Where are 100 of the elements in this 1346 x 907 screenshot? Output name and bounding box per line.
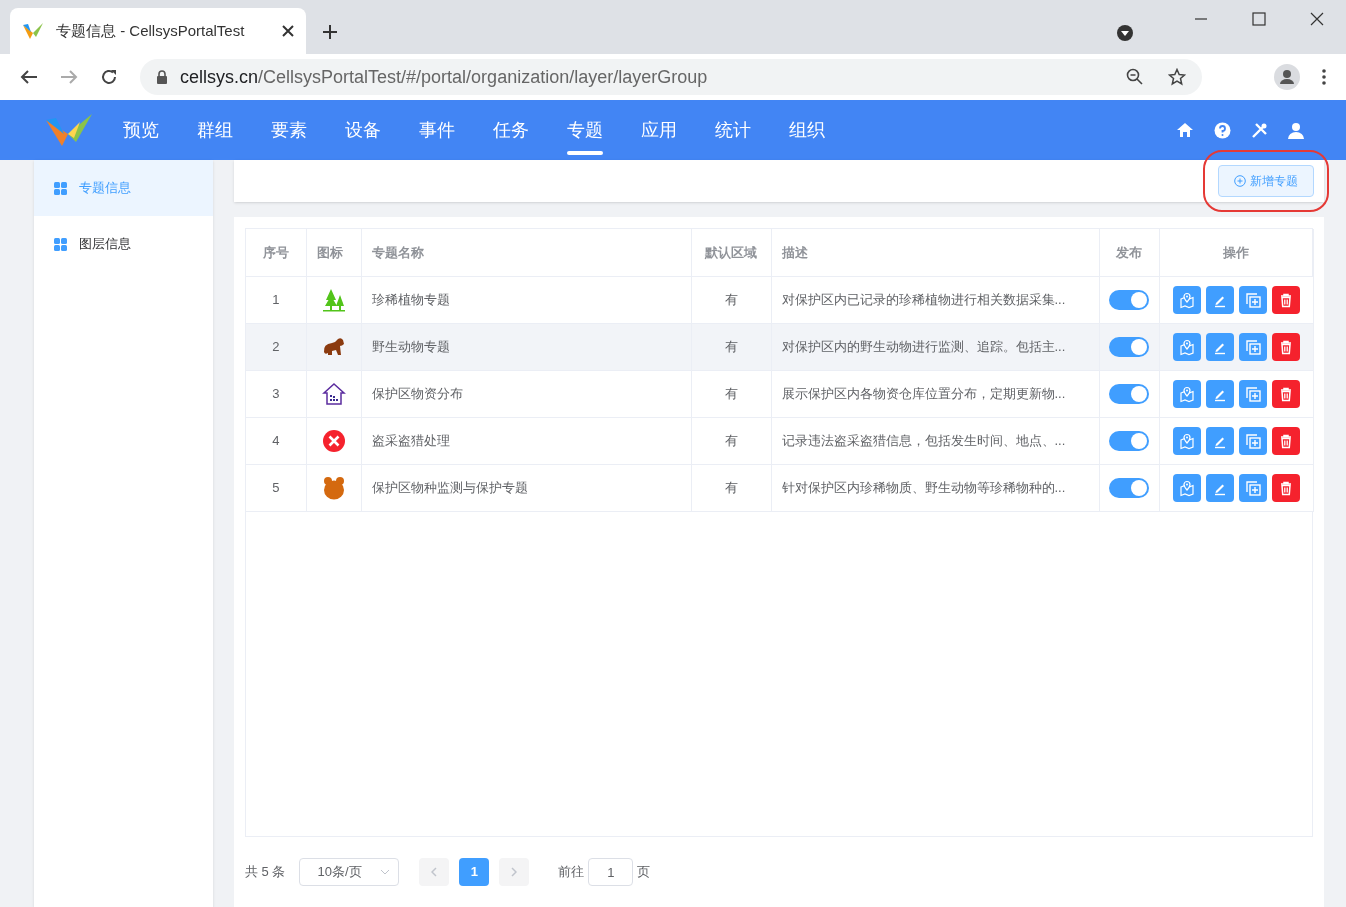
map-pin-icon [1177,431,1196,450]
reload-icon[interactable] [100,68,118,86]
logo-icon [22,21,44,41]
grid-icon [54,181,67,195]
table-row[interactable]: 3 保护区物资分布 有 展示保护区内各物资仓库位置分布，定期更新物... [246,370,1314,417]
map-pin-button[interactable] [1172,473,1201,502]
column-header: 默认区域 [705,244,757,260]
copy-plus-button[interactable] [1238,285,1267,314]
map-pin-button[interactable] [1172,285,1201,314]
copy-plus-button[interactable] [1238,473,1267,502]
sidebar-item[interactable]: 专题信息 [34,160,213,216]
description-text: 展示保护区内各物资仓库位置分布，定期更新物... [781,385,1066,401]
column-header: 专题名称 [371,244,424,260]
nav-tab[interactable]: 设备 [345,100,381,160]
close-icon[interactable] [1310,12,1324,26]
lock-icon [156,70,168,84]
nav-tab[interactable]: 群组 [197,100,233,160]
row-number: 1 [272,291,280,307]
add-topic-button[interactable]: 新增专题 [1218,165,1314,197]
map-pin-icon [1177,478,1196,497]
map-pin-icon [1177,337,1196,356]
page-number-field[interactable]: 1 [588,858,634,886]
nav-tab[interactable]: 预览 [123,100,159,160]
default-area-value: 有 [724,291,738,307]
star-icon[interactable] [1168,68,1186,86]
page-size-select[interactable]: 10条/页 [299,858,400,886]
goto-suffix: 页 [637,863,651,882]
map-pin-icon [1177,384,1196,403]
bear-head-icon [321,475,346,500]
page-button[interactable]: 1 [459,858,490,886]
row-number: 3 [272,385,280,401]
description-text: 针对保护区内珍稀物质、野生动物等珍稀物种的... [781,479,1066,495]
chevron-down-icon [380,869,391,875]
pencil-button[interactable] [1205,379,1234,408]
address-bar[interactable]: cellsys.cn/CellsysPortalTest/#/portal/organization/layer/layerGroup [140,59,1202,95]
maximize-icon[interactable] [1252,12,1266,26]
tools-icon[interactable] [1251,121,1268,139]
pencil-button[interactable] [1205,285,1234,314]
sidebar-item[interactable]: 图层信息 [34,216,213,272]
home-icon[interactable] [1176,122,1194,138]
map-pin-icon [1177,290,1196,309]
close-icon[interactable] [282,25,294,37]
column-header: 发布 [1116,244,1142,260]
nav-tab[interactable]: 组织 [789,100,825,160]
trash-button[interactable] [1271,473,1300,502]
avatar-icon[interactable] [1274,64,1300,90]
publish-switch[interactable] [1109,289,1149,310]
user-icon[interactable] [1288,121,1304,139]
grid-icon [54,237,67,251]
table-row[interactable]: 5 保护区物种监测与保护专题 有 针对保护区内珍稀物质、野生动物等珍稀物种的... [246,464,1314,511]
new-tab-icon[interactable] [322,24,338,40]
nav-tab[interactable]: 要素 [271,100,307,160]
topic-name: 盗采盗猎处理 [371,432,450,448]
trash-button[interactable] [1271,285,1300,314]
help-icon[interactable] [1214,121,1231,139]
row-number: 5 [272,479,280,495]
trash-button[interactable] [1271,379,1300,408]
table-row[interactable]: 1 珍稀植物专题 有 对保护区内已记录的珍稀植物进行相关数据采集... [246,276,1314,323]
row-number: 2 [272,338,280,354]
browser-tab[interactable]: 专题信息 - CellsysPortalTest [10,8,306,54]
publish-switch[interactable] [1109,383,1149,404]
logo-icon [44,112,94,148]
map-pin-button[interactable] [1172,426,1201,455]
map-pin-button[interactable] [1172,379,1201,408]
nav-tab[interactable]: 事件 [419,100,455,160]
back-icon[interactable] [20,69,38,85]
topic-name: 珍稀植物专题 [371,291,450,307]
nav-tab[interactable]: 任务 [493,100,529,160]
pencil-button[interactable] [1205,473,1234,502]
copy-plus-button[interactable] [1238,379,1267,408]
forward-icon[interactable] [60,69,78,85]
chevron-right-icon [511,867,518,877]
pencil-button[interactable] [1205,332,1234,361]
copy-plus-icon [1243,290,1262,309]
nav-tab[interactable]: 统计 [715,100,751,160]
description-text: 记录违法盗采盗猎信息，包括发生时间、地点、... [781,432,1066,448]
house-icon [321,381,346,406]
trash-button[interactable] [1271,426,1300,455]
column-header: 序号 [262,244,289,260]
nav-tab[interactable]: 应用 [641,100,677,160]
copy-plus-button[interactable] [1238,426,1267,455]
table-row[interactable]: 4 盗采盗猎处理 有 记录违法盗采盗猎信息，包括发生时间、地点、... [246,417,1314,464]
publish-switch[interactable] [1109,477,1149,498]
tree-icon [321,287,346,312]
zoom-out-icon[interactable] [1126,68,1144,86]
chevron-left-icon [431,867,438,877]
column-header: 描述 [781,244,808,260]
publish-switch[interactable] [1109,336,1149,357]
cross-circle-icon [321,428,346,453]
table-row[interactable]: 2 野生动物专题 有 对保护区内的野生动物进行监测、追踪。包括主... [246,323,1314,370]
publish-switch[interactable] [1109,430,1149,451]
map-pin-button[interactable] [1172,332,1201,361]
copy-plus-button[interactable] [1238,332,1267,361]
nav-tab[interactable]: 专题 [567,100,603,160]
copy-plus-icon [1243,478,1262,497]
pencil-button[interactable] [1205,426,1234,455]
trash-button[interactable] [1271,332,1300,361]
menu-icon[interactable] [1322,69,1326,85]
copy-plus-icon [1243,337,1262,356]
url-text: cellsys.cn/CellsysPortalTest/#/portal/organization/layer/layerGroup [180,65,709,89]
